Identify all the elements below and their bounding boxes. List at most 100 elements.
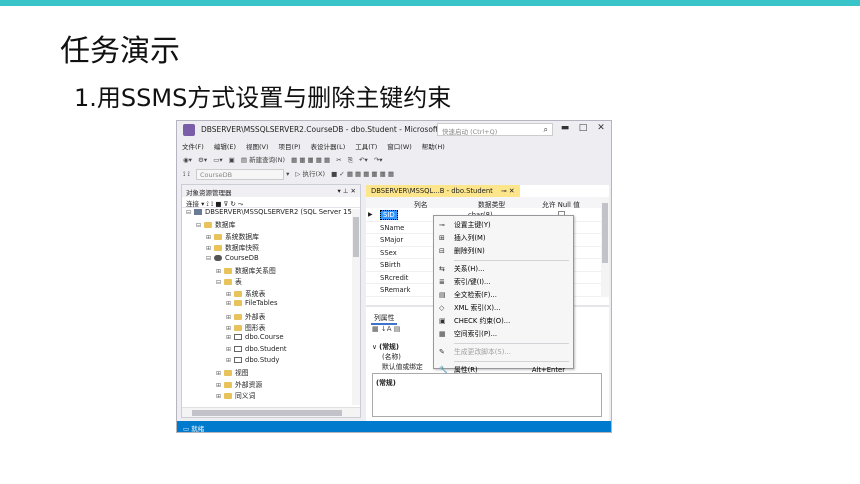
tree-node[interactable]: ⊞ dbo.Study	[182, 356, 360, 367]
expand-icon[interactable]: ⊞	[226, 357, 234, 364]
document-tab[interactable]: DBSERVER\MSSQL...B - dbo.Student ⊸ ✕	[366, 185, 520, 197]
menu-item[interactable]: 项目(P)	[274, 139, 306, 153]
context-menu-item[interactable]: ◇ XML 索引(X)...	[434, 302, 573, 315]
expand-icon[interactable]: ⊞	[216, 370, 224, 377]
menu-item[interactable]: 文件(F)	[177, 139, 209, 153]
context-menu-item[interactable]: ⊟ 删除列(N)	[434, 245, 573, 258]
close-button[interactable]: ✕	[594, 123, 608, 135]
minimize-button[interactable]: ▬	[558, 123, 572, 135]
tree-node[interactable]: ⊞ 图形表	[182, 322, 360, 333]
expand-icon[interactable]: ⊞	[226, 346, 234, 353]
context-menu-item[interactable]: ⊸ 设置主键(Y)	[434, 219, 573, 232]
column-properties-tab[interactable]: 列属性	[371, 311, 398, 325]
property-group-general[interactable]: ∨ (常规)	[372, 341, 399, 351]
new-query-button[interactable]: ▤ 新建查询(N)	[241, 154, 285, 164]
new-project-icon[interactable]: ⚙▾	[198, 156, 207, 164]
tree-node[interactable]: ⊞ 系统表	[182, 288, 360, 299]
database-select[interactable]: CourseDB	[195, 168, 284, 180]
tree-node[interactable]: ⊟ 数据库	[182, 219, 360, 230]
tree-node[interactable]: ⊞ 数据库关系图	[182, 265, 360, 276]
context-menu-item[interactable]: ▦ 空间索引(P)...	[434, 328, 573, 341]
context-menu-item[interactable]: ⇆ 关系(H)...	[434, 263, 573, 276]
context-menu-item[interactable]: ⊞ 插入列(M)	[434, 232, 573, 245]
connect-tools-icon[interactable]: ▾ ⟟ ⟟ ■ ⊽ ↻ ⤳	[201, 200, 243, 208]
menu-item[interactable]: 工具(T)	[350, 139, 382, 153]
expand-icon[interactable]: ⊞	[226, 325, 234, 332]
tree-node[interactable]: ⊟ DBSERVER\MSSQLSERVER2 (SQL Server 15	[182, 208, 360, 219]
menu-item[interactable]: 帮助(H)	[417, 139, 450, 153]
tree-node[interactable]: ⊞ FileTables	[182, 299, 360, 310]
tree-node[interactable]: ⊟ 表	[182, 276, 360, 287]
maximize-button[interactable]: □	[576, 123, 590, 135]
server-icon	[194, 209, 202, 215]
tree-node[interactable]: ⊞ 视图	[182, 367, 360, 378]
column-name-wrapper: SBirth	[380, 261, 401, 269]
column-name-cell[interactable]: SRemark	[380, 286, 410, 294]
expand-icon[interactable]: ⊞	[216, 382, 224, 389]
tree-horizontal-scrollbar[interactable]	[182, 407, 360, 417]
column-name-cell[interactable]: SRcredit	[380, 274, 408, 282]
tree-node[interactable]: ⊟ CourseDB	[182, 254, 360, 265]
column-name-cell[interactable]: SID	[380, 210, 398, 220]
expand-icon[interactable]: ⊞	[216, 393, 224, 400]
debug-tools-icon[interactable]: ■ ✓ ▦ ▦ ▦ ▦ ▦ ▦	[331, 170, 394, 178]
quick-launch-placeholder: 快速启动 (Ctrl+Q)	[442, 128, 498, 136]
copy-icon[interactable]: ⎘	[348, 156, 353, 165]
scroll-thumb[interactable]	[353, 217, 359, 257]
execute-button[interactable]: ▷ 执行(X)	[295, 168, 325, 178]
column-name-cell[interactable]: SMajor	[380, 236, 403, 244]
context-menu-item[interactable]: ≣ 索引/键(I)...	[434, 276, 573, 289]
allow-null-header: 允许 Null 值	[542, 201, 580, 209]
menu-item[interactable]: 编辑(E)	[209, 139, 241, 153]
collapse-icon[interactable]: ⊟	[216, 279, 224, 286]
expand-icon[interactable]: ⊞	[226, 300, 234, 307]
expand-icon[interactable]: ⊞	[226, 291, 234, 298]
scroll-thumb[interactable]	[602, 203, 608, 263]
tree-vertical-scrollbar[interactable]	[352, 209, 360, 405]
undo-icon[interactable]: ↶▾	[359, 156, 368, 164]
connect-button[interactable]: 连接	[186, 200, 199, 208]
tree-node[interactable]: ⊞ 系统数据库	[182, 231, 360, 242]
sort-icon[interactable]: ▦ ↓A ▤	[372, 325, 400, 333]
context-menu-item[interactable]: ▤ 全文检索(F)...	[434, 289, 573, 302]
menu-item[interactable]: 视图(V)	[241, 139, 274, 153]
context-menu-item[interactable]: ▣ CHECK 约束(O)...	[434, 315, 573, 328]
close-tab-icon[interactable]: ✕	[509, 187, 515, 195]
query-tools-icon[interactable]: ▦ ▦ ▦ ▦ ▦	[291, 156, 330, 164]
back-icon[interactable]: ◉▾	[183, 156, 192, 164]
cut-icon[interactable]: ✂	[336, 156, 341, 164]
panel-controls-icon[interactable]: ▾ ⊥ ✕	[337, 187, 356, 195]
pin-icon[interactable]: ⊸	[501, 187, 507, 195]
expand-icon[interactable]: ⊞	[206, 245, 214, 252]
save-icon[interactable]: ▣	[229, 156, 235, 164]
column-name-cell[interactable]: SBirth	[380, 261, 401, 269]
tree-node[interactable]: ⊞ 数据库快照	[182, 242, 360, 253]
filter-icon[interactable]: ⟟ ⟟	[183, 170, 190, 179]
tree-node[interactable]: ⊞ 同义词	[182, 390, 360, 401]
quick-launch-input[interactable]: 快速启动 (Ctrl+Q) ⌕	[437, 123, 553, 136]
collapse-icon[interactable]: ⊟	[196, 222, 204, 229]
expand-icon[interactable]: ⊞	[216, 268, 224, 275]
column-name-header: 列名	[414, 201, 428, 209]
column-name-cell[interactable]: SName	[380, 224, 404, 232]
scroll-thumb[interactable]	[192, 410, 342, 416]
context-menu-item[interactable]: 🔧 属性(R) Alt+Enter	[434, 364, 573, 377]
collapse-icon[interactable]: ⊟	[206, 255, 214, 262]
expand-icon[interactable]: ⊞	[226, 334, 234, 341]
collapse-icon[interactable]: ⊟	[186, 209, 194, 216]
column-name-cell[interactable]: SSex	[380, 249, 397, 257]
folder-icon	[214, 233, 222, 240]
expand-icon[interactable]: ⊞	[206, 234, 214, 241]
open-file-icon[interactable]: ▭▾	[213, 156, 222, 164]
grid-vertical-scrollbar[interactable]	[601, 197, 609, 297]
folder-icon	[224, 393, 232, 400]
chevron-down-icon[interactable]: ▾	[286, 170, 289, 178]
tree-node[interactable]: ⊞ 外部资源	[182, 379, 360, 390]
tree-node[interactable]: ⊞ dbo.Student	[182, 345, 360, 356]
menu-item[interactable]: 窗口(W)	[382, 139, 417, 153]
tree-node[interactable]: ⊞ 外部表	[182, 311, 360, 322]
expand-icon[interactable]: ⊞	[226, 314, 234, 321]
tree-node[interactable]: ⊞ dbo.Course	[182, 333, 360, 344]
menu-item[interactable]: 表设计器(L)	[306, 139, 351, 153]
redo-icon[interactable]: ↷▾	[374, 156, 383, 164]
